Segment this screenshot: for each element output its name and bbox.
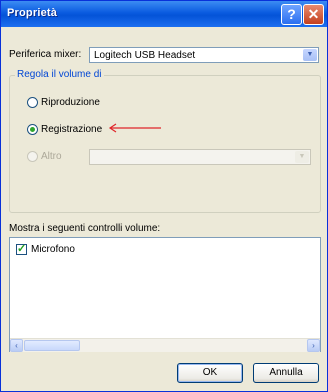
horizontal-scrollbar[interactable]: ‹ › <box>10 338 320 352</box>
controls-list[interactable]: ✓ Microfono ‹ › <box>9 237 321 352</box>
radio-registrazione[interactable] <box>27 124 38 135</box>
chevron-down-icon[interactable]: ▼ <box>295 151 309 163</box>
volume-groupbox <box>9 75 321 213</box>
chevron-right-icon: › <box>312 341 315 350</box>
window-title: Proprietà <box>7 7 58 19</box>
scroll-left-button[interactable]: ‹ <box>10 339 23 352</box>
ok-button[interactable]: OK <box>177 363 243 383</box>
radio-registrazione-label[interactable]: Registrazione <box>41 124 102 135</box>
chevron-down-icon[interactable]: ▼ <box>303 49 317 61</box>
check-icon: ✓ <box>17 243 27 255</box>
help-button[interactable]: ? <box>281 4 302 25</box>
radio-altro[interactable] <box>27 151 38 162</box>
dialog-content: Periferica mixer: Logitech USB Headset ▼… <box>1 27 327 391</box>
annotation-arrow-icon <box>108 123 161 133</box>
checkbox-microfono[interactable]: ✓ <box>16 243 27 255</box>
close-button[interactable]: ✕ <box>303 4 324 25</box>
mixer-label: Periferica mixer: <box>9 49 82 60</box>
scroll-thumb[interactable] <box>24 340 80 351</box>
radio-altro-label: Altro <box>41 151 62 162</box>
cancel-button[interactable]: Annulla <box>253 363 319 383</box>
mixer-select[interactable]: Logitech USB Headset ▼ <box>89 47 319 63</box>
scroll-right-button[interactable]: › <box>307 339 320 352</box>
properties-dialog: Proprietà ? ✕ Periferica mixer: Logitech… <box>0 0 328 392</box>
list-item[interactable]: Microfono <box>31 244 75 255</box>
mixer-select-value: Logitech USB Headset <box>94 50 196 61</box>
chevron-left-icon: ‹ <box>15 341 18 350</box>
title-bar[interactable]: Proprietà ? ✕ <box>1 1 327 27</box>
controls-label: Mostra i seguenti controlli volume: <box>9 223 161 234</box>
volume-group-title: Regola il volume di <box>15 69 104 80</box>
help-icon: ? <box>287 6 296 22</box>
radio-riproduzione-label[interactable]: Riproduzione <box>41 97 100 108</box>
radio-riproduzione[interactable] <box>27 97 38 108</box>
altro-select[interactable]: ▼ <box>89 149 311 165</box>
close-icon: ✕ <box>307 6 320 22</box>
